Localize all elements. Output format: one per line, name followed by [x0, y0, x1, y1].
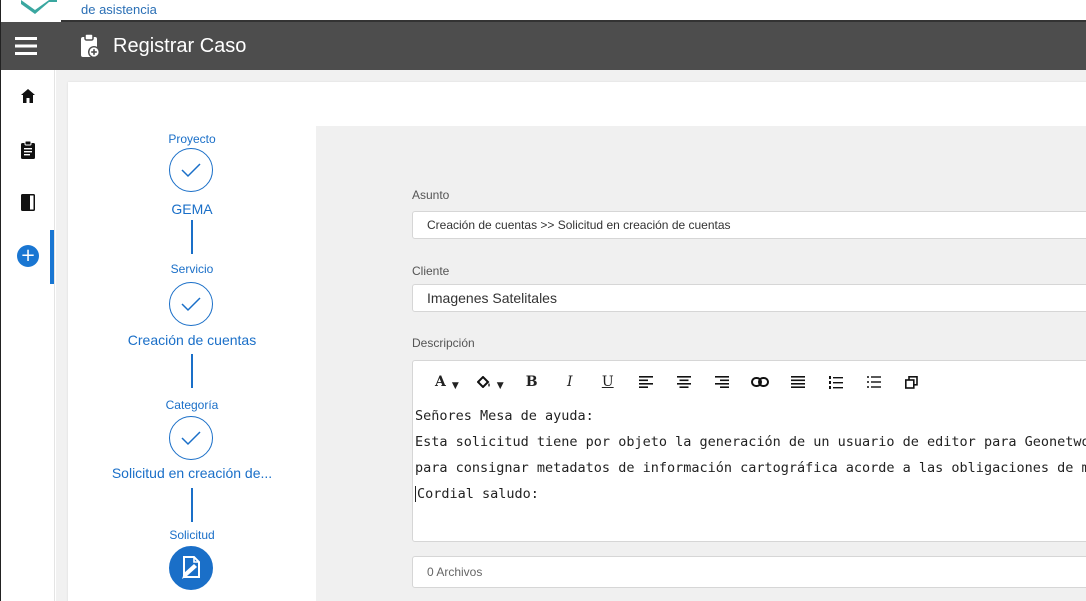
- editor-line-text: Cordial saludo:: [417, 486, 539, 502]
- asunto-label: Asunto: [412, 188, 450, 202]
- descripcion-label: Descripción: [412, 336, 475, 350]
- paint-bucket-icon: [476, 376, 490, 388]
- home-icon: [21, 89, 35, 103]
- main-content: Proyecto GEMA Servicio Creación de cuent…: [56, 70, 1086, 601]
- top-strip: de asistencia: [1, 0, 1086, 22]
- step-categoria-value: Solicitud en creación de...: [111, 465, 273, 481]
- link-button[interactable]: [750, 368, 770, 396]
- attachments-field[interactable]: 0 Archivos: [412, 556, 1086, 588]
- step-servicio-value: Creación de cuentas: [127, 332, 257, 348]
- sidebar-item-knowledge[interactable]: [1, 182, 55, 222]
- align-right-button[interactable]: [712, 368, 732, 396]
- step-connector: [191, 354, 193, 388]
- clipboard-add-icon: [81, 33, 100, 58]
- align-center-icon: [676, 376, 691, 388]
- copy-format-button[interactable]: [902, 368, 922, 396]
- header-bar: Registrar Caso: [1, 22, 1086, 70]
- clipboard-icon: [21, 141, 35, 159]
- check-icon: [181, 163, 201, 178]
- logo-icon: [21, 0, 57, 14]
- justify-button[interactable]: [788, 368, 808, 396]
- step-proyecto-circle[interactable]: [169, 148, 213, 192]
- underline-button[interactable]: U: [598, 368, 618, 396]
- menu-button[interactable]: [1, 22, 51, 70]
- italic-icon: I: [566, 374, 573, 390]
- editor-line: Esta solicitud tiene por objeto la gener…: [415, 434, 1086, 450]
- book-icon: [21, 193, 35, 211]
- sidebar-item-cases[interactable]: [1, 130, 55, 170]
- align-justify-icon: [790, 376, 805, 388]
- description-editor[interactable]: A ▼ ▼ B I U Señores Mesa de ayuda: Esta …: [412, 360, 1086, 542]
- stepper: Proyecto GEMA Servicio Creación de cuent…: [68, 82, 316, 601]
- page-title: Registrar Caso: [113, 34, 247, 57]
- step-servicio-circle[interactable]: [169, 282, 213, 326]
- editor-content[interactable]: Señores Mesa de ayuda: Esta solicitud ti…: [413, 403, 1086, 507]
- align-right-icon: [714, 376, 729, 388]
- link-icon: [750, 377, 769, 387]
- step-servicio-label: Servicio: [170, 262, 214, 276]
- copy-icon: [905, 375, 919, 389]
- check-icon: [181, 431, 201, 446]
- active-indicator: [50, 230, 54, 284]
- highlight-color-button[interactable]: ▼: [476, 368, 504, 396]
- step-connector: [191, 220, 193, 254]
- edit-document-icon: [182, 556, 200, 579]
- bullet-list-button[interactable]: [864, 368, 884, 396]
- sidebar: +: [1, 70, 55, 601]
- text-cursor: [415, 486, 416, 502]
- editor-line: para consignar metadatos de información …: [415, 460, 1086, 476]
- add-circle-icon: +: [17, 245, 39, 267]
- ordered-list-icon: [828, 375, 843, 389]
- step-solicitud-label: Solicitud: [169, 528, 215, 542]
- underline-icon: U: [601, 374, 614, 390]
- cliente-label: Cliente: [412, 264, 450, 278]
- font-color-icon: A: [435, 374, 446, 390]
- font-color-button[interactable]: A ▼: [435, 368, 459, 396]
- step-categoria-circle[interactable]: [169, 416, 213, 460]
- cliente-field[interactable]: Imagenes Satelitales: [412, 284, 1086, 312]
- step-connector: [191, 488, 193, 522]
- sidebar-item-home[interactable]: [1, 76, 55, 116]
- editor-line-last: Cordial saludo:: [415, 481, 1086, 507]
- italic-button[interactable]: I: [560, 368, 580, 396]
- bullet-list-icon: [866, 376, 881, 388]
- logo-text: de asistencia: [81, 2, 157, 17]
- hamburger-icon: [15, 37, 37, 55]
- editor-line: Señores Mesa de ayuda:: [415, 408, 594, 424]
- form-panel: Asunto Creación de cuentas >> Solicitud …: [316, 126, 1086, 601]
- chevron-down-icon: ▼: [451, 381, 459, 391]
- step-proyecto-label: Proyecto: [168, 132, 216, 146]
- chevron-down-icon: ▼: [496, 381, 504, 391]
- asunto-field[interactable]: Creación de cuentas >> Solicitud en crea…: [412, 211, 1086, 239]
- check-icon: [181, 297, 201, 312]
- step-solicitud-circle[interactable]: [169, 546, 213, 590]
- editor-toolbar: A ▼ ▼ B I U: [413, 361, 1086, 403]
- ordered-list-button[interactable]: [826, 368, 846, 396]
- app-window: de asistencia Registrar Caso + Proyecto …: [0, 0, 1086, 601]
- step-proyecto-value: GEMA: [171, 201, 213, 217]
- bold-icon: B: [525, 374, 538, 390]
- case-card: Proyecto GEMA Servicio Creación de cuent…: [68, 82, 1086, 601]
- step-categoria-label: Categoría: [165, 398, 219, 412]
- sidebar-item-new-case[interactable]: +: [1, 236, 55, 276]
- align-left-icon: [638, 376, 653, 388]
- align-center-button[interactable]: [674, 368, 694, 396]
- align-left-button[interactable]: [636, 368, 656, 396]
- bold-button[interactable]: B: [522, 368, 542, 396]
